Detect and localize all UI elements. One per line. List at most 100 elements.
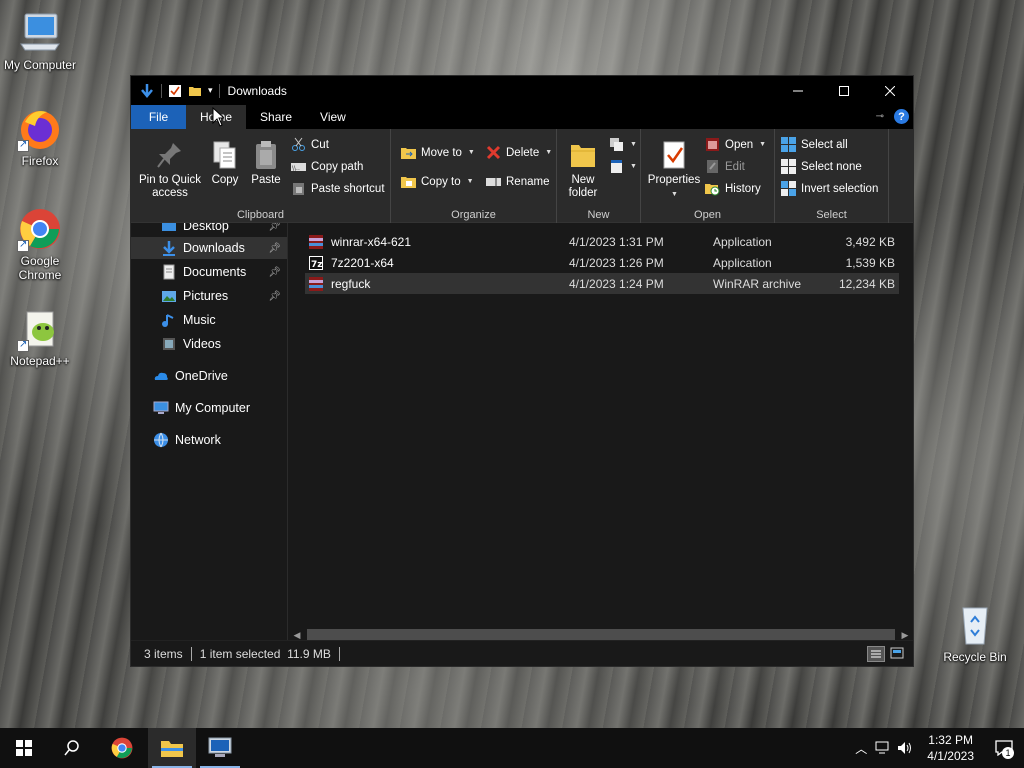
delete-button[interactable]: Delete ▼: [486, 145, 552, 160]
nav-item-desktop[interactable]: Desktop 📌︎: [131, 223, 287, 237]
clock-time: 1:32 PM: [928, 733, 973, 747]
tab-share[interactable]: Share: [246, 105, 306, 129]
shortcut-arrow-icon: [17, 339, 29, 352]
paste-shortcut-button[interactable]: Paste shortcut: [291, 181, 385, 196]
copy-path-button[interactable]: \\.. Copy path: [291, 159, 363, 174]
search-button[interactable]: [48, 728, 96, 768]
pin-icon[interactable]: 📌︎: [268, 223, 281, 232]
group-organize: Move to ▼ Copy to ▼ Delete ▼ Rename Organiz…: [391, 129, 557, 223]
maximize-button[interactable]: [821, 76, 867, 105]
large-icons-view-icon[interactable]: [889, 646, 907, 662]
taskbar-chrome[interactable]: [98, 728, 146, 768]
easy-access-button[interactable]: ▼: [609, 159, 637, 174]
downloads-folder-icon: [161, 240, 177, 256]
onedrive-cloud-icon: [153, 368, 169, 384]
new-folder-button[interactable]: New folder: [561, 139, 605, 200]
invert-selection-button[interactable]: Invert selection: [781, 181, 878, 196]
taskbar-file-explorer[interactable]: [148, 728, 196, 768]
chrome-icon: [17, 206, 63, 252]
open-icon: [705, 137, 720, 152]
help-icon[interactable]: ?: [894, 109, 909, 124]
nav-item-pictures[interactable]: Pictures 📌︎: [131, 285, 287, 307]
nav-item-documents[interactable]: Documents 📌︎: [131, 261, 287, 283]
file-date: 4/1/2023 1:31 PM: [569, 234, 664, 249]
properties-button[interactable]: Properties ▼: [645, 139, 703, 201]
invert-selection-label: Invert selection: [801, 182, 879, 195]
pin-icon[interactable]: 📌︎: [268, 243, 281, 254]
close-button[interactable]: [867, 76, 913, 105]
paste-label: Paste: [251, 174, 281, 186]
tab-file[interactable]: File: [131, 105, 186, 129]
navigation-pane[interactable]: Desktop 📌︎ Downloads 📌︎ Documents 📌︎ Pic…: [131, 223, 288, 640]
desktop-icon-firefox[interactable]: Firefox: [0, 106, 80, 168]
pictures-folder-icon: [161, 288, 177, 304]
chevron-up-icon[interactable]: ︿: [855, 740, 867, 757]
down-arrow-icon[interactable]: [139, 83, 155, 99]
cut-button[interactable]: Cut: [291, 137, 329, 152]
move-to-button[interactable]: Move to ▼: [401, 145, 475, 160]
group-label-clipboard: Clipboard: [236, 209, 285, 221]
file-list[interactable]: winrar-x64-621 4/1/2023 1:31 PM Applicat…: [289, 223, 913, 640]
copy-to-label: Copy to: [421, 175, 461, 188]
nav-item-my-computer[interactable]: My Computer: [131, 397, 287, 419]
computer-icon: [153, 400, 169, 416]
minimize-button[interactable]: [775, 76, 821, 105]
desktop-icon-label: Firefox: [21, 154, 59, 168]
cut-label: Cut: [311, 138, 329, 151]
network-status-icon[interactable]: [875, 741, 891, 755]
paste-button[interactable]: Paste: [248, 139, 284, 187]
notifications-button[interactable]: 1: [984, 728, 1024, 768]
properties-check-icon[interactable]: [168, 84, 182, 98]
search-icon: [64, 740, 79, 756]
scrollbar-thumb[interactable]: [307, 629, 895, 640]
nav-item-videos[interactable]: Videos: [131, 333, 287, 355]
volume-icon[interactable]: [897, 741, 913, 755]
pin-quick-access-button[interactable]: Pin to Quick access: [137, 139, 203, 200]
nav-item-music[interactable]: Music: [131, 309, 287, 331]
copy-to-button[interactable]: Copy to ▼: [401, 174, 474, 189]
pin-ribbon-icon[interactable]: ⊸: [876, 111, 884, 122]
rename-button[interactable]: Rename: [486, 174, 549, 189]
nav-item-label: Network: [175, 433, 221, 447]
taskbar-remote-app[interactable]: [196, 728, 244, 768]
file-row[interactable]: winrar-x64-621 4/1/2023 1:31 PM Applicat…: [305, 231, 899, 252]
customize-qat-icon[interactable]: ▾: [208, 85, 213, 96]
tab-view[interactable]: View: [306, 105, 360, 129]
open-button[interactable]: Open ▼: [705, 137, 766, 152]
select-none-button[interactable]: Select none: [781, 159, 862, 174]
chevron-down-icon: ▼: [545, 149, 553, 156]
group-select: Select all Select none Invert selection …: [775, 129, 889, 223]
svg-text:7z: 7z: [311, 260, 323, 270]
copy-button[interactable]: Copy: [207, 139, 243, 187]
file-row-selected[interactable]: regfuck 4/1/2023 1:24 PM WinRAR archive …: [305, 273, 899, 294]
clock[interactable]: 1:32 PM 4/1/2023: [917, 732, 984, 764]
new-folder-icon[interactable]: [188, 84, 202, 98]
history-button[interactable]: History: [705, 181, 761, 196]
ribbon-tabs: File Home Share View ⊸ ?: [131, 105, 913, 129]
desktop-icon-chrome[interactable]: Google Chrome: [0, 206, 80, 282]
details-view-icon[interactable]: [867, 646, 885, 662]
pin-icon[interactable]: 📌︎: [268, 267, 281, 278]
nav-item-label: My Computer: [175, 401, 251, 415]
scissors-icon: [291, 137, 306, 152]
selection-info: 1 item selected 11.9 MB: [199, 646, 331, 661]
desktop-icon-notepadpp[interactable]: Notepad++: [0, 306, 80, 368]
edit-button[interactable]: Edit: [705, 159, 745, 174]
nav-item-downloads[interactable]: Downloads 📌︎: [131, 237, 287, 259]
select-all-button[interactable]: Select all: [781, 137, 848, 152]
desktop-icon-recycle-bin[interactable]: Recycle Bin: [935, 602, 1015, 664]
file-name: regfuck: [331, 276, 371, 291]
new-item-button[interactable]: ▼: [609, 137, 637, 152]
desktop-icon-label: My Computer: [3, 58, 77, 72]
start-button[interactable]: [0, 728, 48, 768]
notification-badge: 1: [1002, 747, 1014, 759]
nav-item-onedrive[interactable]: OneDrive: [131, 365, 287, 387]
desktop-icon-my-computer[interactable]: My Computer: [0, 10, 80, 72]
nav-item-network[interactable]: Network: [131, 429, 287, 451]
nav-item-label: Music: [183, 313, 216, 327]
file-row[interactable]: 7z 7z2201-x64 4/1/2023 1:26 PM Applicati…: [305, 252, 899, 273]
pin-label: Pin to Quick access: [139, 174, 201, 199]
title-bar[interactable]: ▾ Downloads: [131, 76, 913, 105]
pin-icon[interactable]: 📌︎: [268, 291, 281, 302]
window-title: Downloads: [227, 83, 287, 98]
